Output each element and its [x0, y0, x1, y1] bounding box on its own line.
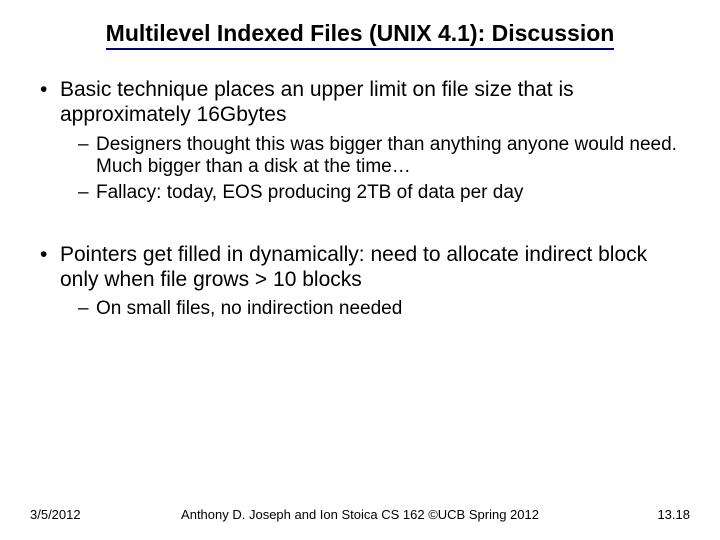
bullet-level2: Designers thought this was bigger than a…	[40, 134, 680, 179]
footer-center: Anthony D. Joseph and Ion Stoica CS 162 …	[0, 507, 720, 522]
slide: Multilevel Indexed Files (UNIX 4.1): Dis…	[0, 0, 720, 540]
footer: 3/5/2012 Anthony D. Joseph and Ion Stoic…	[0, 502, 720, 522]
slide-body: Basic technique places an upper limit on…	[40, 78, 680, 325]
spacer	[40, 209, 680, 243]
bullet-text: Designers thought this was bigger than a…	[96, 134, 677, 177]
bullet-level1: Basic technique places an upper limit on…	[40, 78, 680, 128]
bullet-level1: Pointers get filled in dynamically: need…	[40, 243, 680, 293]
bullet-text: Fallacy: today, EOS producing 2TB of dat…	[96, 182, 523, 203]
slide-title-text: Multilevel Indexed Files (UNIX 4.1): Dis…	[106, 20, 615, 50]
footer-page-number: 13.18	[657, 507, 690, 522]
bullet-text: Pointers get filled in dynamically: need…	[60, 243, 647, 291]
slide-title: Multilevel Indexed Files (UNIX 4.1): Dis…	[0, 20, 720, 47]
bullet-level2: On small files, no indirection needed	[40, 298, 680, 320]
bullet-level2: Fallacy: today, EOS producing 2TB of dat…	[40, 182, 680, 204]
bullet-text: Basic technique places an upper limit on…	[60, 78, 574, 126]
bullet-text: On small files, no indirection needed	[96, 298, 402, 319]
